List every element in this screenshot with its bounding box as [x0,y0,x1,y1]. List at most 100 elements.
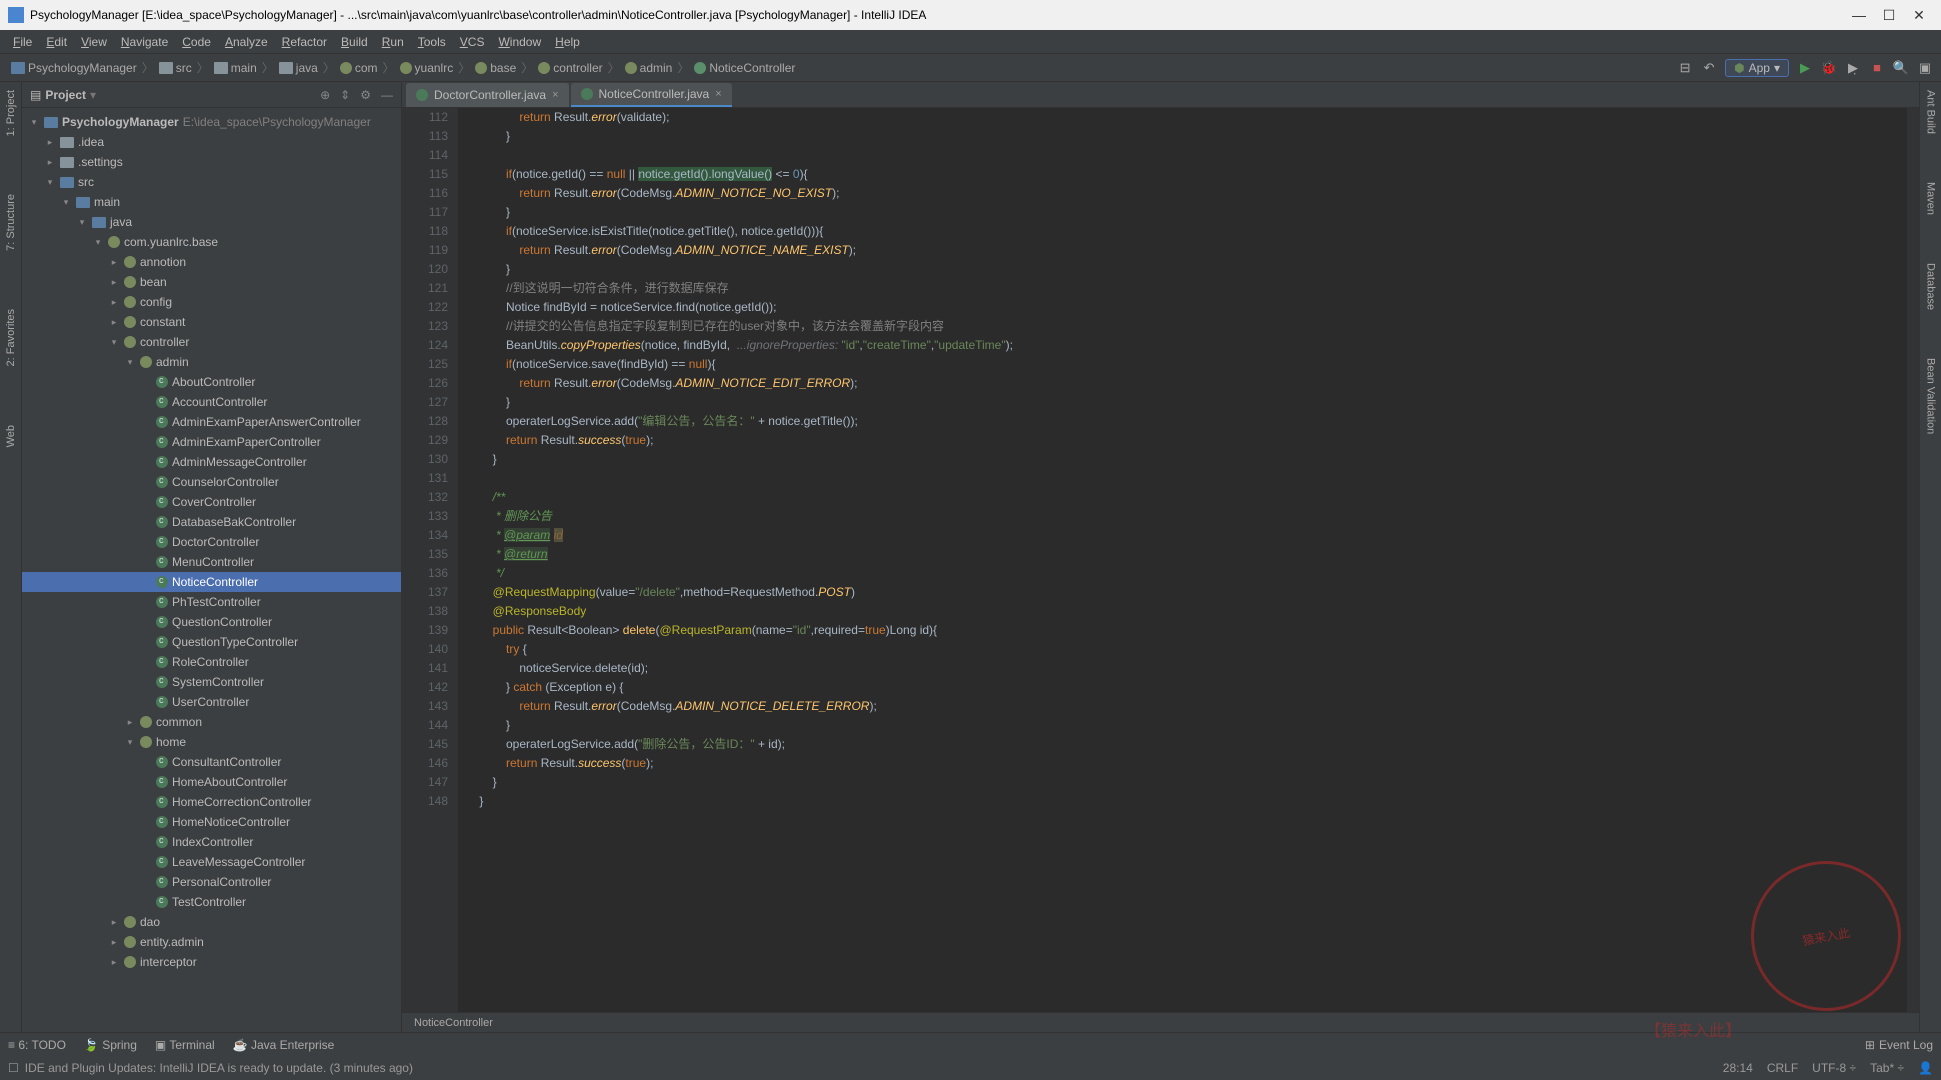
bottom-tool[interactable]: ☕ Java Enterprise [233,1038,335,1052]
tree-node[interactable]: ▾src [22,172,401,192]
breadcrumb-item[interactable]: NoticeController [691,61,798,75]
menu-run[interactable]: Run [375,35,411,49]
caret-position[interactable]: 28:14 [1723,1061,1753,1075]
tree-node[interactable]: ▸.settings [22,152,401,172]
debug-button[interactable]: 🐞 [1821,60,1837,76]
tree-node[interactable]: ▸constant [22,312,401,332]
tree-node[interactable]: CoverController [22,492,401,512]
tree-node[interactable]: TestController [22,892,401,912]
close-tab-icon[interactable]: × [715,88,721,100]
line-ending[interactable]: CRLF [1767,1061,1798,1075]
settings-gear-icon[interactable]: ⚙ [360,88,371,102]
breadcrumb-item[interactable]: base [472,61,519,75]
tree-node[interactable]: QuestionController [22,612,401,632]
tree-node[interactable]: AdminExamPaperAnswerController [22,412,401,432]
collapse-icon[interactable]: ⊟ [1677,60,1693,76]
tree-node[interactable]: QuestionTypeController [22,632,401,652]
menu-vcs[interactable]: VCS [453,35,492,49]
tree-node[interactable]: ▸dao [22,912,401,932]
tool-maven[interactable]: Maven [1925,178,1937,219]
hide-icon[interactable]: — [381,88,393,102]
locate-icon[interactable]: ⊕ [320,88,330,102]
tree-node[interactable]: ▸bean [22,272,401,292]
menu-navigate[interactable]: Navigate [114,35,175,49]
tree-node[interactable]: PersonalController [22,872,401,892]
tree-node[interactable]: RoleController [22,652,401,672]
tree-node[interactable]: ▾main [22,192,401,212]
menu-build[interactable]: Build [334,35,375,49]
coverage-button[interactable]: ▶̣ [1845,60,1861,76]
menu-help[interactable]: Help [548,35,587,49]
tree-node[interactable]: ▸common [22,712,401,732]
tree-node[interactable]: ConsultantController [22,752,401,772]
menu-file[interactable]: File [6,35,39,49]
collapse-all-icon[interactable]: ⇕ [340,88,350,102]
tree-node[interactable]: MenuController [22,552,401,572]
bottom-tool[interactable]: ▣ Terminal [155,1038,215,1052]
tree-node[interactable]: DoctorController [22,532,401,552]
breadcrumb-item[interactable]: yuanlrc [397,61,457,75]
tree-node[interactable]: AccountController [22,392,401,412]
menu-window[interactable]: Window [491,35,548,49]
tree-node[interactable]: PhTestController [22,592,401,612]
tool-7-structure[interactable]: 7: Structure [5,190,17,255]
editor-tab[interactable]: DoctorController.java× [406,83,569,107]
tree-node[interactable]: SystemController [22,672,401,692]
tree-node[interactable]: HomeNoticeController [22,812,401,832]
tree-node[interactable]: ▾java [22,212,401,232]
tree-node[interactable]: ▾admin [22,352,401,372]
tree-node[interactable]: ▸interceptor [22,952,401,972]
event-log-button[interactable]: Event Log [1879,1038,1933,1052]
tree-node[interactable]: AdminExamPaperController [22,432,401,452]
breadcrumb-item[interactable]: main [211,61,260,75]
tree-node[interactable]: AdminMessageController [22,452,401,472]
settings-icon[interactable]: ▣ [1917,60,1933,76]
menu-view[interactable]: View [74,35,114,49]
project-tree[interactable]: ▾PsychologyManagerE:\idea_space\Psycholo… [22,108,401,1032]
tree-node[interactable]: ▸annotion [22,252,401,272]
bottom-tool[interactable]: ≡ 6: TODO [8,1038,66,1052]
tree-node[interactable]: DatabaseBakController [22,512,401,532]
tree-node[interactable]: ▾home [22,732,401,752]
menu-analyze[interactable]: Analyze [218,35,275,49]
file-encoding[interactable]: UTF-8 ÷ [1812,1061,1856,1075]
tool-database[interactable]: Database [1925,259,1937,314]
source-code[interactable]: return Result.error(validate); } if(noti… [458,108,1907,1012]
tree-node[interactable]: ▸.idea [22,132,401,152]
close-button[interactable]: ✕ [1913,9,1925,21]
tree-node[interactable]: ▸entity.admin [22,932,401,952]
close-tab-icon[interactable]: × [552,89,558,101]
tree-node[interactable]: NoticeController [22,572,401,592]
maximize-button[interactable]: ☐ [1883,9,1895,21]
tree-node[interactable]: IndexController [22,832,401,852]
editor-breadcrumb[interactable]: NoticeController [402,1012,1919,1032]
tool-web[interactable]: Web [5,421,17,451]
tree-node[interactable]: ▸config [22,292,401,312]
run-config-dropdown[interactable]: ⬢App▾ [1725,59,1789,77]
tree-node[interactable]: CounselorController [22,472,401,492]
error-stripe[interactable] [1907,108,1919,1012]
tree-node[interactable]: ▾com.yuanlrc.base [22,232,401,252]
editor-tab[interactable]: NoticeController.java× [571,83,732,107]
tool-ant-build[interactable]: Ant Build [1925,86,1937,138]
breadcrumb-item[interactable]: com [337,61,381,75]
menu-refactor[interactable]: Refactor [275,35,334,49]
inspection-icon[interactable]: 👤 [1918,1061,1933,1075]
tool-2-favorites[interactable]: 2: Favorites [5,305,17,370]
menu-edit[interactable]: Edit [39,35,74,49]
menu-code[interactable]: Code [175,35,218,49]
tree-node[interactable]: HomeAboutController [22,772,401,792]
tree-root[interactable]: ▾PsychologyManagerE:\idea_space\Psycholo… [22,112,401,132]
tree-node[interactable]: ▾controller [22,332,401,352]
breadcrumb-item[interactable]: PsychologyManager [8,61,140,75]
breadcrumb-item[interactable]: src [156,61,195,75]
tree-node[interactable]: HomeCorrectionController [22,792,401,812]
breadcrumb-item[interactable]: controller [535,61,605,75]
run-button[interactable]: ▶ [1797,60,1813,76]
breadcrumb-item[interactable]: java [276,61,321,75]
bottom-tool[interactable]: 🍃 Spring [84,1038,137,1052]
tool-1-project[interactable]: 1: Project [5,86,17,140]
stop-button[interactable]: ■ [1869,60,1885,76]
minimize-button[interactable]: — [1853,9,1865,21]
search-button[interactable]: 🔍 [1893,60,1909,76]
